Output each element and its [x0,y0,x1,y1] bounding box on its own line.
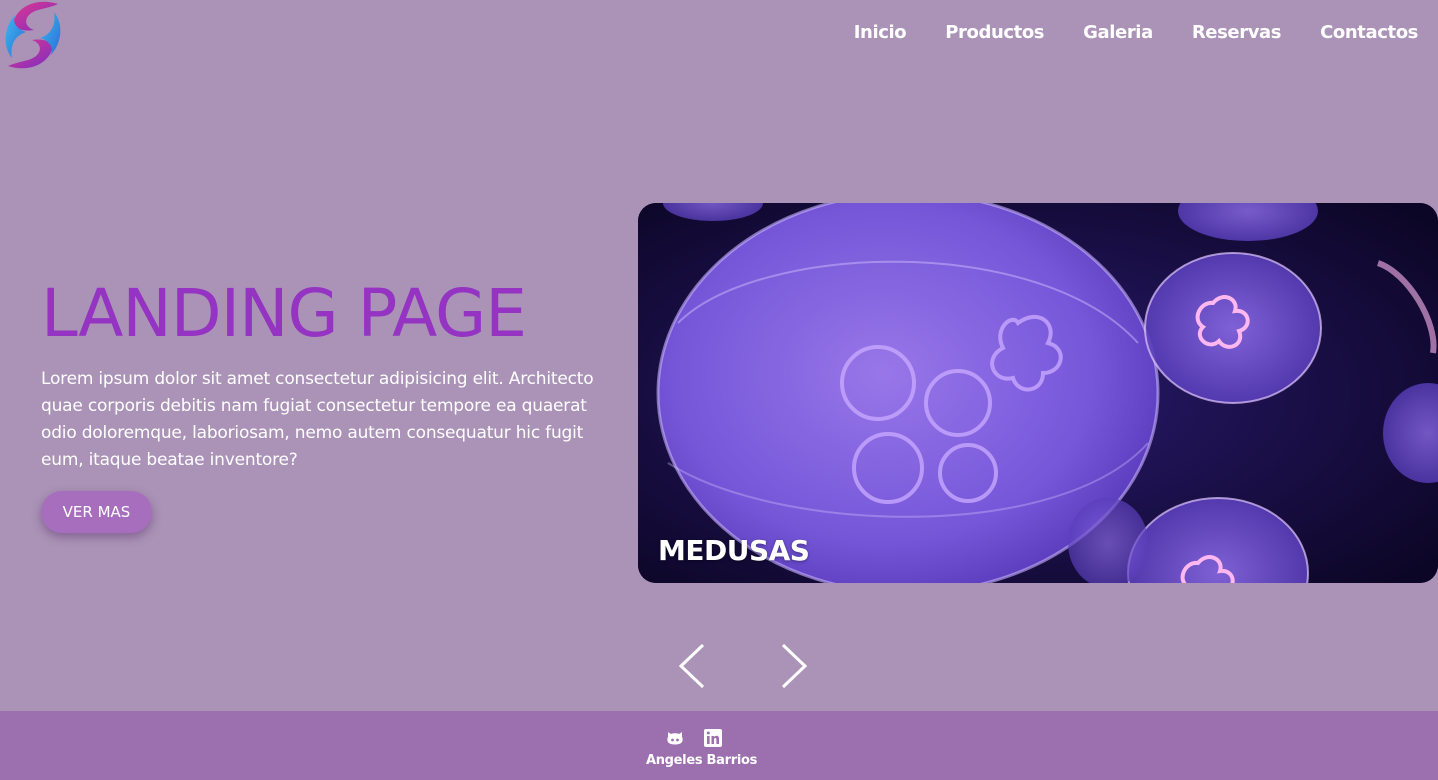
chevron-left-icon[interactable] [677,643,707,689]
jellyfish-photo [638,203,1438,583]
nav-item-reservas[interactable]: Reservas [1192,20,1282,46]
nav-item-galeria[interactable]: Galeria [1083,20,1153,46]
chevron-right-icon[interactable] [779,643,809,689]
author-name: Angeles Barrios [645,753,758,768]
slide-caption: MEDUSAS [658,534,810,567]
swirl-logo-icon[interactable] [0,0,66,70]
footer: Angeles Barrios [0,711,1438,780]
nav-item-productos[interactable]: Productos [945,20,1044,46]
hero-description: Lorem ipsum dolor sit amet consectetur a… [41,369,594,470]
nav-item-contactos[interactable]: Contactos [1320,20,1418,46]
slider-card: MEDUSAS [638,203,1438,583]
nav-item-inicio[interactable]: Inicio [854,20,907,46]
github-icon[interactable] [665,728,685,748]
ver-mas-button[interactable]: VER MAS [41,491,152,533]
linkedin-icon[interactable] [703,728,723,748]
hero-title: LANDING PAGE [41,275,527,352]
landing-page: Inicio Productos Galeria Reservas Contac… [0,0,1438,780]
social-links [665,728,723,748]
main-nav: Inicio Productos Galeria Reservas Contac… [815,20,1419,46]
